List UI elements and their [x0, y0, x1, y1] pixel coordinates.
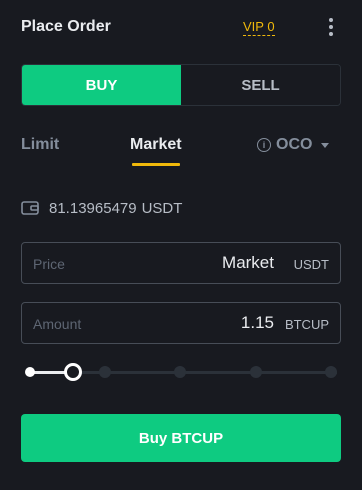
- more-options-icon[interactable]: [327, 16, 335, 40]
- slider-stop-50[interactable]: [174, 366, 186, 378]
- panel-title: Place Order: [21, 18, 111, 35]
- order-type-tabs: Limit Market i OCO: [21, 136, 341, 166]
- tab-oco-label: OCO: [276, 136, 313, 153]
- buy-tab-button[interactable]: BUY: [22, 65, 181, 105]
- amount-label: Amount: [33, 316, 82, 332]
- buy-sell-toggle: BUY SELL: [21, 64, 341, 106]
- slider-stop-75[interactable]: [250, 366, 262, 378]
- tab-market[interactable]: Market: [130, 136, 182, 166]
- tab-limit[interactable]: Limit: [21, 136, 59, 154]
- price-value: Market: [222, 253, 274, 272]
- price-field[interactable]: Price Market USDT: [21, 242, 341, 284]
- place-order-panel: Place Order VIP 0 BUY SELL Limit Market …: [0, 0, 362, 490]
- slider-thumb[interactable]: [64, 363, 82, 381]
- slider-stop-25[interactable]: [99, 366, 111, 378]
- chevron-down-icon: [321, 142, 330, 148]
- wallet-icon: [21, 201, 39, 215]
- price-unit: USDT: [293, 257, 329, 272]
- slider-stop-0[interactable]: [25, 367, 35, 377]
- buy-submit-button[interactable]: Buy BTCUP: [21, 414, 341, 462]
- amount-percent-slider[interactable]: [21, 362, 341, 382]
- info-icon[interactable]: i: [257, 138, 271, 152]
- slider-stop-100[interactable]: [325, 366, 337, 378]
- balance-unit: USDT: [141, 199, 183, 217]
- amount-field[interactable]: Amount 1.15 BTCUP: [21, 302, 341, 344]
- panel-header: Place Order VIP 0: [21, 14, 341, 42]
- tab-oco[interactable]: i OCO: [257, 136, 330, 154]
- available-balance: 81.13965479 USDT: [21, 198, 182, 218]
- price-label: Price: [33, 256, 65, 272]
- vip-level-link[interactable]: VIP 0: [243, 19, 275, 36]
- balance-value: 81.13965479: [49, 199, 137, 217]
- sell-tab-button[interactable]: SELL: [181, 65, 340, 105]
- amount-value[interactable]: 1.15: [241, 313, 274, 333]
- amount-unit: BTCUP: [284, 317, 329, 332]
